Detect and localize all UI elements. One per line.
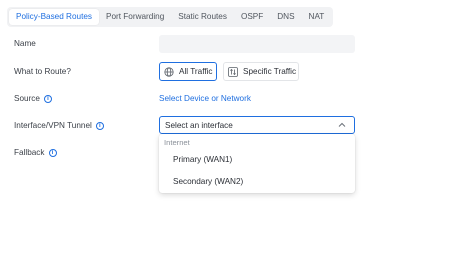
all-traffic-button[interactable]: All Traffic	[159, 62, 217, 81]
what-to-route-label-text: What to Route?	[14, 67, 71, 76]
tab-ospf[interactable]: OSPF	[234, 9, 270, 25]
what-to-route-label: What to Route?	[14, 67, 71, 76]
policy-based-routes-page: Policy-Based Routes Port Forwarding Stat…	[0, 0, 474, 263]
dropdown-option-primary-wan1[interactable]: Primary (WAN1)	[159, 150, 355, 170]
tab-bar: Policy-Based Routes Port Forwarding Stat…	[7, 7, 333, 27]
specific-traffic-icon	[228, 66, 238, 77]
interface-select[interactable]: Select an interface	[159, 116, 355, 134]
fallback-info-icon[interactable]: i	[48, 148, 57, 157]
globe-icon	[164, 66, 174, 77]
fallback-label: Fallback i	[14, 148, 57, 157]
interface-select-value: Select an interface	[165, 120, 233, 130]
select-device-or-network-link[interactable]: Select Device or Network	[159, 94, 251, 103]
name-input[interactable]	[159, 35, 355, 53]
specific-traffic-button[interactable]: Specific Traffic	[223, 62, 299, 81]
all-traffic-label: All Traffic	[179, 67, 213, 76]
fallback-label-text: Fallback	[14, 148, 45, 157]
tab-port-forwarding[interactable]: Port Forwarding	[99, 9, 171, 25]
chevron-up-icon	[338, 121, 346, 130]
source-info-icon[interactable]: i	[43, 94, 52, 103]
interface-info-icon[interactable]: i	[95, 121, 104, 130]
tab-nat[interactable]: NAT	[302, 9, 332, 25]
source-label: Source i	[14, 94, 52, 103]
tab-policy-based-routes[interactable]: Policy-Based Routes	[9, 9, 99, 25]
interface-label-text: Interface/VPN Tunnel	[14, 121, 92, 130]
name-label: Name	[14, 39, 36, 48]
tab-static-routes[interactable]: Static Routes	[171, 9, 234, 25]
interface-dropdown-menu: Internet Primary (WAN1) Secondary (WAN2)	[159, 134, 355, 193]
name-label-text: Name	[14, 39, 36, 48]
tab-dns[interactable]: DNS	[270, 9, 301, 25]
dropdown-group-internet: Internet	[164, 138, 190, 147]
interface-label: Interface/VPN Tunnel i	[14, 121, 104, 130]
specific-traffic-label: Specific Traffic	[243, 67, 297, 76]
dropdown-option-secondary-wan2[interactable]: Secondary (WAN2)	[159, 172, 355, 192]
source-label-text: Source	[14, 94, 40, 103]
